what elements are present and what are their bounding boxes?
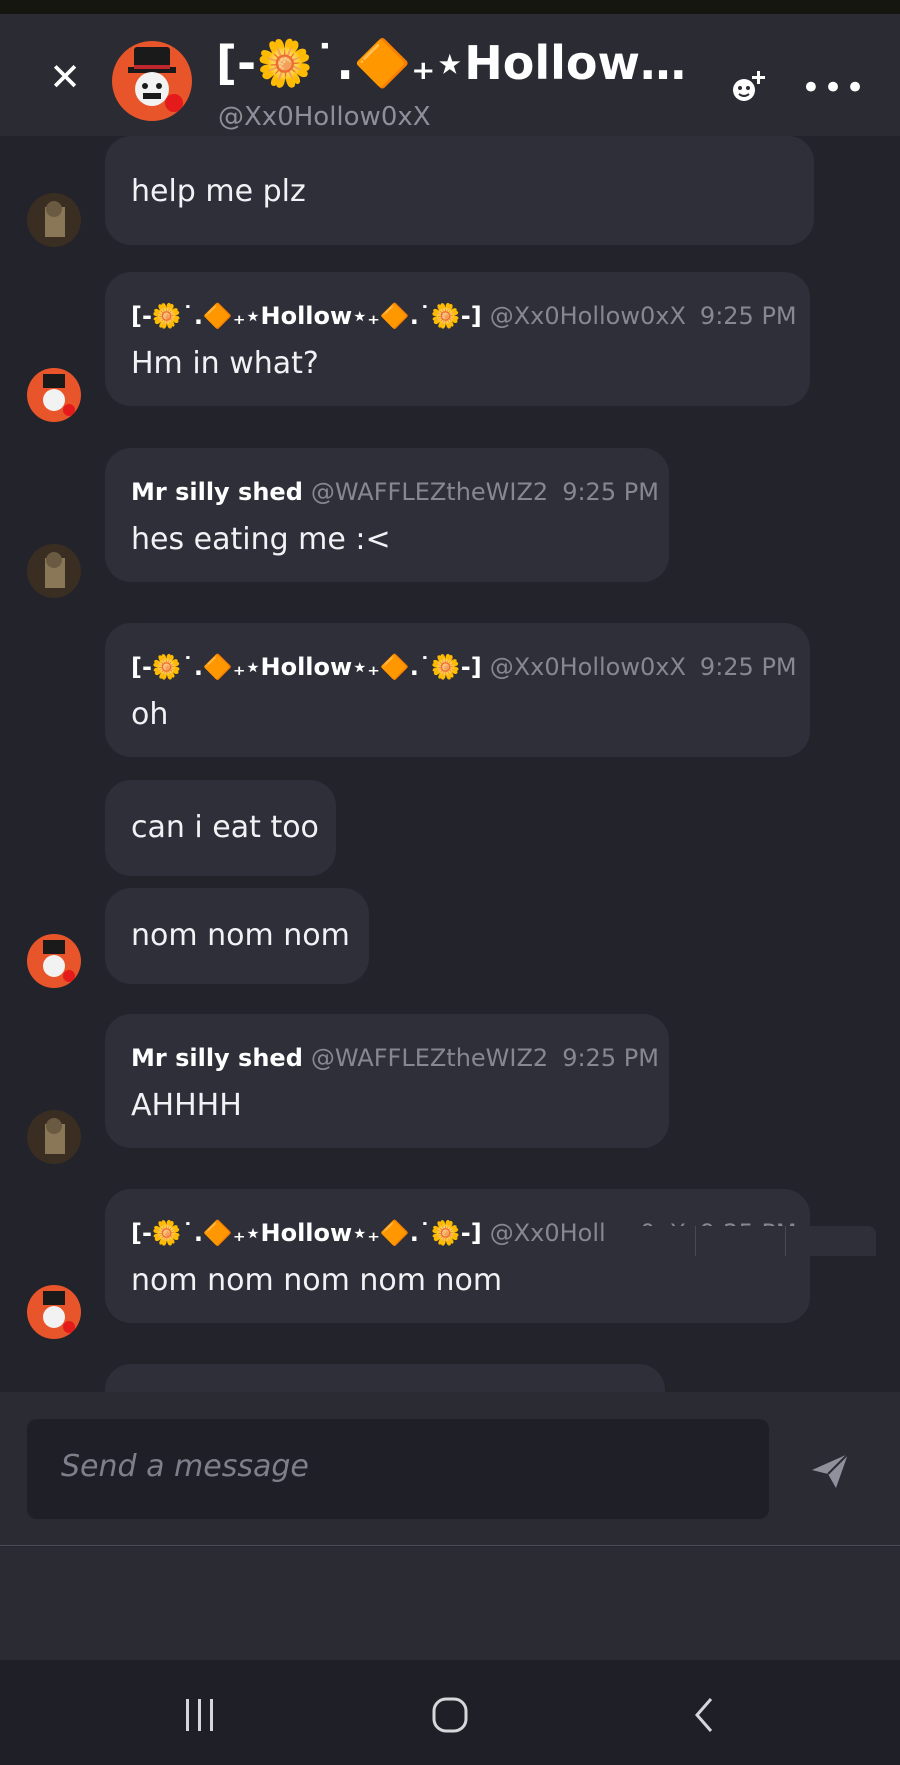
react-icon[interactable] [606, 1226, 696, 1256]
message-time: 9:25 PM [699, 302, 797, 330]
status-strip [0, 0, 900, 14]
message-actions [606, 1226, 876, 1256]
back-icon[interactable] [675, 1690, 735, 1740]
author-handle: @Xx0Hollow0xX [489, 653, 686, 681]
recents-icon[interactable] [170, 1690, 230, 1740]
message-bubble: Mr silly shed @WAFFLEZtheWIZ2 9:25 PM hes … [105, 448, 669, 582]
message-meta: Mr silly shed @WAFFLEZtheWIZ2 9:25 PM [131, 478, 659, 506]
message-text: help me plz [131, 174, 306, 209]
home-icon[interactable] [420, 1690, 480, 1740]
send-icon[interactable] [806, 1446, 854, 1494]
message-text: oh [131, 697, 169, 732]
avatar[interactable] [27, 368, 81, 422]
more-icon[interactable]: ••• [801, 64, 865, 112]
chat-subtitle: @Xx0Hollow0xX [218, 102, 431, 132]
delete-icon[interactable] [786, 1226, 876, 1256]
message-text: Hm in what? [131, 346, 319, 381]
message-bubble [105, 1364, 665, 1392]
avatar[interactable] [27, 193, 81, 247]
message-bubble: help me plz [105, 136, 814, 245]
message-bubble: [-🌼˙.🔶₊⋆Hollow⋆₊🔶.˙🌼-]@Xx0Hollow0xX 9:25 … [105, 272, 810, 406]
close-icon[interactable]: ✕ [45, 57, 85, 97]
author-handle: @WAFFLEZtheWIZ2 [310, 478, 549, 506]
message-time: 9:25 PM [699, 653, 797, 681]
system-navbar [0, 1660, 900, 1765]
avatar[interactable] [112, 41, 192, 121]
message-bubble: Mr silly shed @WAFFLEZtheWIZ2 9:25 PM AHHH… [105, 1014, 669, 1148]
author-name[interactable]: [-🌼˙.🔶₊⋆Hollow⋆₊🔶.˙🌼-] [131, 653, 482, 681]
avatar[interactable] [27, 1110, 81, 1164]
author-handle: @Xx0Hollow0xX [489, 302, 686, 330]
author-name[interactable]: Mr silly shed [131, 478, 303, 506]
message-bubble: [-🌼˙.🔶₊⋆Hollow⋆₊🔶.˙🌼-]@Xx0Hollow0xX9:25 … [105, 1189, 810, 1323]
message-time: 9:25 PM [562, 1044, 659, 1072]
author-handle: @WAFFLEZtheWIZ2 [310, 1044, 549, 1072]
chat-title: [-🌼˙.🔶₊⋆Hollow… [216, 36, 686, 90]
message-input[interactable]: Send a message [27, 1419, 769, 1519]
message-text: AHHHH [131, 1088, 242, 1123]
message-bubble: [-🌼˙.🔶₊⋆Hollow⋆₊🔶.˙🌼-]@Xx0Hollow0xX 9:25 … [105, 623, 810, 757]
keyboard-spacer [0, 1547, 900, 1660]
message-text: hes eating me :< [131, 522, 391, 557]
message-bubble: can i eat too [105, 780, 336, 876]
message-meta: Mr silly shed @WAFFLEZtheWIZ2 9:25 PM [131, 1044, 659, 1072]
avatar[interactable] [27, 1285, 81, 1339]
composer: Send a message [0, 1392, 900, 1546]
message-meta: [-🌼˙.🔶₊⋆Hollow⋆₊🔶.˙🌼-]@Xx0Hollow0xX 9:25 … [131, 653, 797, 681]
message-text: nom nom nom [131, 918, 350, 953]
author-name[interactable]: [-🌼˙.🔶₊⋆Hollow⋆₊🔶.˙🌼-] [131, 1219, 482, 1247]
message-feed[interactable]: help me plz [-🌼˙.🔶₊⋆Hollow⋆₊🔶.˙🌼-] @Xx0Ho… [0, 136, 900, 1392]
author-name[interactable]: Mr silly shed [131, 1044, 303, 1072]
add-member-icon[interactable] [724, 64, 772, 112]
message-bubble: nom nom nom [105, 888, 369, 984]
message-input-placeholder: Send a message [61, 1449, 309, 1484]
message-text: can i eat too [131, 810, 319, 845]
message-text: nom nom nom nom nom [131, 1263, 503, 1298]
author-name[interactable]: [-🌼˙.🔶₊⋆Hollow⋆₊🔶.˙🌼-] [131, 302, 482, 330]
edit-icon[interactable] [696, 1226, 786, 1256]
message-time: 9:25 PM [562, 478, 659, 506]
chat-header: ✕ [-🌼˙.🔶₊⋆Hollow… @Xx0Hollow0xX ••• [0, 14, 900, 136]
avatar[interactable] [27, 544, 81, 598]
message-meta: [-🌼˙.🔶₊⋆Hollow⋆₊🔶.˙🌼-]@Xx0Hollow0xX 9:25 … [131, 302, 797, 330]
avatar[interactable] [27, 934, 81, 988]
